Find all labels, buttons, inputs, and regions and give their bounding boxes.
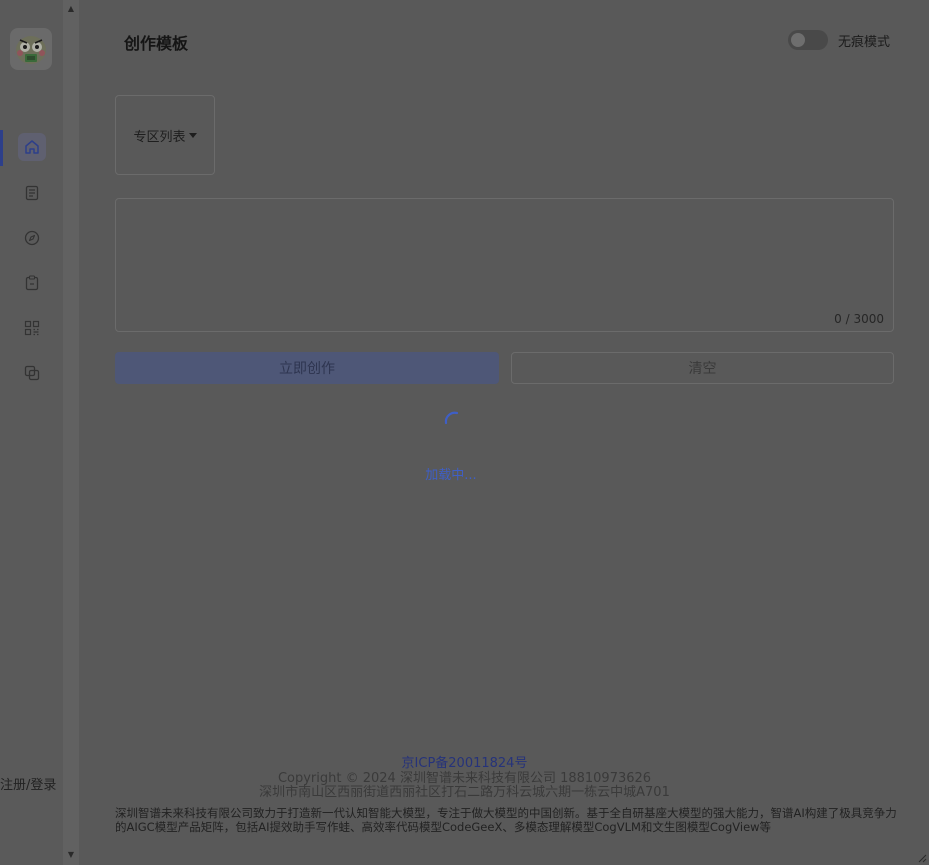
loading-text: 加载中... bbox=[425, 468, 477, 483]
active-nav-indicator bbox=[0, 130, 3, 166]
document-icon bbox=[25, 185, 39, 201]
nav-documents[interactable] bbox=[18, 179, 46, 207]
prompt-textarea[interactable]: 0 / 3000 bbox=[115, 198, 894, 332]
zone-list-dropdown[interactable]: 专区列表 bbox=[115, 95, 215, 175]
toggle-knob bbox=[791, 33, 805, 47]
scroll-down-icon[interactable]: ▼ bbox=[67, 851, 75, 859]
scroll-up-icon[interactable]: ▲ bbox=[67, 5, 75, 13]
nav-explore[interactable] bbox=[18, 224, 46, 252]
compass-icon bbox=[24, 230, 40, 246]
create-now-button[interactable]: 立即创作 bbox=[115, 352, 499, 384]
incognito-toggle-group: 无痕模式 bbox=[788, 30, 890, 50]
incognito-toggle[interactable] bbox=[788, 30, 828, 50]
company-description: 深圳智谱未来科技有限公司致力于打造新一代认知智能大模型，专注于做大模型的中国创新… bbox=[115, 806, 897, 834]
copy-icon bbox=[24, 365, 40, 381]
char-counter: 0 / 3000 bbox=[834, 312, 884, 326]
grid-apps-icon bbox=[24, 320, 40, 336]
nav-home[interactable] bbox=[18, 133, 46, 161]
address-text: 深圳市南山区西丽街道西丽社区打石二路万科云城六期一栋云中城A701 bbox=[259, 785, 670, 800]
incognito-label: 无痕模式 bbox=[838, 34, 891, 50]
clipboard-icon bbox=[25, 275, 39, 291]
app-logo[interactable] bbox=[10, 28, 52, 70]
nav-tasks[interactable] bbox=[18, 269, 46, 297]
zone-list-label: 专区列表 bbox=[133, 129, 186, 145]
sidebar-scrollbar[interactable] bbox=[63, 0, 79, 865]
login-register-link[interactable]: 注册/登录 bbox=[0, 774, 56, 793]
caret-down-icon bbox=[188, 132, 197, 138]
page-title: 创作模板 bbox=[124, 34, 189, 53]
resize-grip-icon[interactable] bbox=[917, 853, 927, 863]
nav-apps[interactable] bbox=[18, 314, 46, 342]
sidebar: 注册/登录 bbox=[0, 0, 63, 865]
home-icon bbox=[25, 140, 39, 154]
loading-spinner-icon bbox=[444, 411, 459, 425]
clear-button[interactable]: 清空 bbox=[511, 352, 894, 384]
nav-copy[interactable] bbox=[18, 359, 46, 387]
